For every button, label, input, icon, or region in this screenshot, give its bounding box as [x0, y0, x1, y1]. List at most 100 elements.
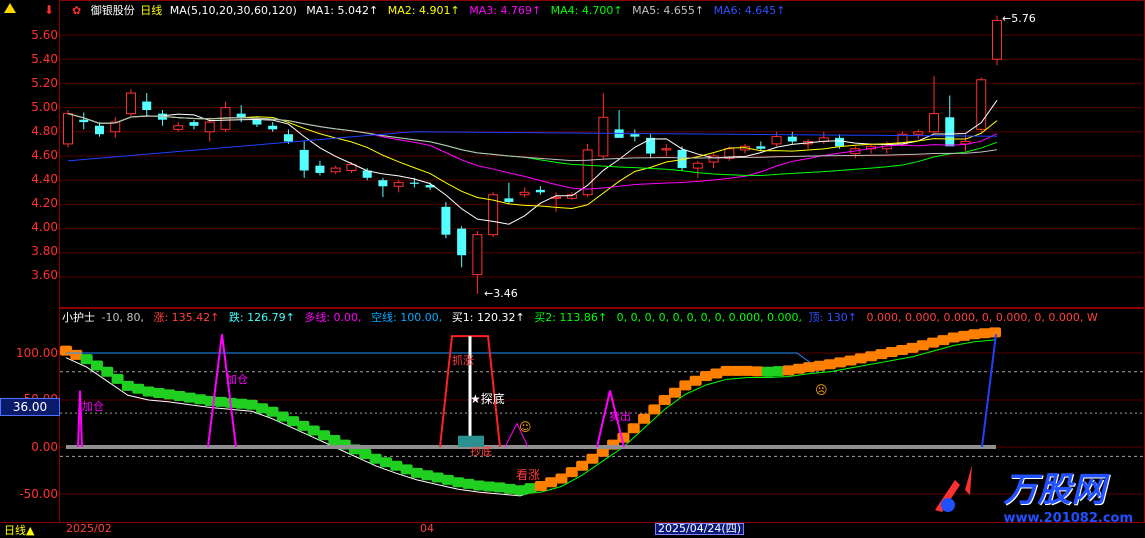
indicator-bead [875, 349, 888, 360]
indicator-bead [431, 472, 444, 483]
indicator-bead [813, 360, 826, 371]
indicator-bead [173, 391, 186, 402]
candle-body [252, 119, 262, 125]
indicator-bead [968, 329, 981, 340]
indicator-bead [896, 344, 909, 355]
indicator-bead [741, 365, 754, 376]
indicator-bead [669, 387, 682, 398]
indicator-bead [834, 357, 847, 368]
low-annotation: ←3.46 [484, 287, 518, 300]
bottom-bar [0, 522, 1145, 535]
candle-body [913, 131, 924, 135]
label-jiacang-2: 加仓 [226, 373, 248, 386]
indicator-bead [472, 480, 485, 491]
candle-body [929, 113, 940, 133]
date-label-1: 2025/02 [66, 522, 112, 535]
indicator-bead [318, 430, 331, 441]
candle-body [756, 146, 766, 149]
candle-body [771, 136, 782, 145]
indicator-bead [390, 460, 403, 471]
jiacang-spike-2 [207, 334, 237, 448]
indicator-bead [132, 383, 145, 394]
indicator-bead [927, 337, 940, 348]
watermark-logo-icon [930, 460, 975, 515]
candle-body [142, 101, 152, 111]
indicator-bead [565, 467, 578, 478]
indicator-bead [452, 477, 465, 488]
indicator-bead [142, 386, 155, 397]
indicator-bead [111, 373, 124, 384]
candle-body [519, 191, 530, 196]
indicator-bead [679, 380, 692, 391]
indicator-bead [524, 483, 537, 494]
candle-body [79, 119, 89, 123]
candle-body [299, 149, 309, 171]
indicator-bead [359, 449, 372, 460]
watermark: 万股网 www.201082.com [1003, 462, 1133, 526]
kongxian-line [66, 352, 811, 363]
candle-body [409, 182, 419, 184]
indicator-bead [658, 395, 671, 405]
indicator-bead [70, 349, 83, 360]
indicator-bead [782, 365, 795, 376]
candle-body [236, 113, 246, 118]
indicator-bead [916, 340, 929, 351]
indicator-bead [101, 366, 114, 377]
label-tandi: ★探底 [470, 392, 505, 406]
indicator-bead [627, 423, 640, 434]
indicator-bead [256, 403, 269, 414]
candle-body [330, 167, 341, 173]
frown-icon: ☹ [815, 383, 828, 397]
indicator-bead [865, 351, 878, 362]
indicator-bead [276, 411, 289, 422]
indicator-bead [792, 363, 805, 374]
indicator-bead [400, 464, 413, 475]
indicator-bead [287, 416, 300, 427]
candle-body [63, 113, 73, 145]
candle-body [630, 134, 640, 137]
label-kanzhang: 看涨 [516, 468, 541, 482]
indicator-bead [803, 362, 816, 373]
candle-body [378, 180, 388, 187]
candle-body [173, 125, 184, 130]
candle-body [315, 165, 325, 173]
high-annotation: ←5.76 [1002, 12, 1036, 25]
indicator-bead [214, 396, 227, 407]
candle-body [661, 148, 672, 151]
candle-body [125, 92, 136, 115]
label-jiacang: 加仓 [82, 400, 104, 413]
indicator-bead [421, 470, 434, 481]
indicator-bead [689, 375, 702, 386]
indicator-bead [121, 380, 134, 391]
indicator-bead [441, 474, 454, 485]
indicator-bead [885, 347, 898, 358]
indicator-bead [503, 483, 516, 494]
indicator-bead [266, 406, 279, 417]
candle-body [945, 117, 955, 147]
indicator-bead [720, 365, 733, 376]
label-chaodi: 抄底 [470, 445, 492, 458]
indicator-bead [555, 473, 568, 484]
smile-icon: ☺ [519, 420, 532, 434]
indicator-bead [90, 360, 103, 371]
indicator-bead [379, 457, 392, 468]
indicator-bead [80, 354, 93, 365]
period-toggle[interactable]: 日线▲ [4, 522, 34, 538]
candle-body [441, 206, 451, 235]
candle-body [535, 189, 545, 193]
chart-canvas [60, 15, 1143, 497]
candle-body [472, 234, 483, 276]
indicator-bead [307, 425, 320, 436]
indicator-bead [483, 481, 496, 492]
candle-body [504, 198, 514, 202]
ding-line [981, 334, 997, 448]
indicator-bead [163, 389, 176, 400]
indicator-bead [462, 478, 475, 489]
indicator-bead [937, 335, 950, 346]
indicator-bead [586, 453, 599, 464]
label-zhuaniu: 抓涨 [452, 354, 474, 367]
watermark-brand: 万股网 [1003, 470, 1106, 510]
indicator-bead [235, 398, 248, 409]
indicator-bead [844, 355, 857, 366]
label-maichu: 卖出 [609, 410, 631, 423]
